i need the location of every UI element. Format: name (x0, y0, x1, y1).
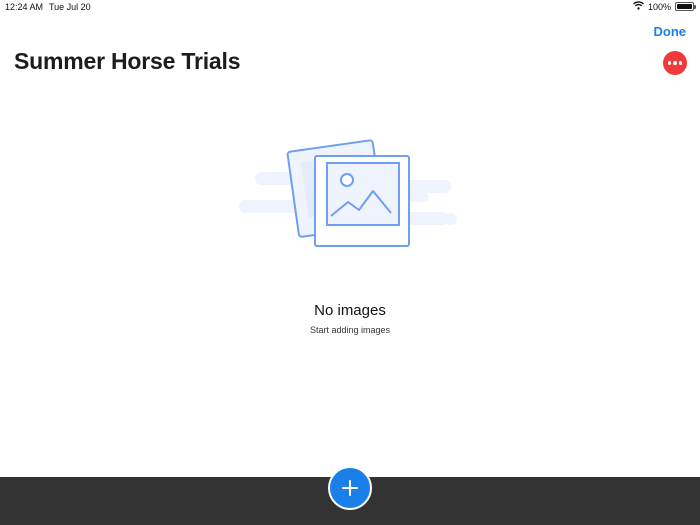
status-date: Tue Jul 20 (49, 2, 91, 12)
empty-state-title: No images (314, 302, 386, 319)
ellipsis-dot (678, 61, 683, 65)
battery-percent: 100% (647, 1, 671, 12)
empty-state-subtitle: Start adding images (309, 325, 391, 335)
screen: 12:24 AM Tue Jul 20 100% Done Summer Hor… (0, 0, 700, 525)
page-title: Summer Horse Trials (14, 48, 241, 74)
status-bar: 12:24 AM Tue Jul 20 100% (0, 0, 700, 14)
more-options-button[interactable] (663, 51, 687, 75)
plus-icon (342, 480, 358, 496)
ellipsis-icon (667, 61, 672, 65)
done-button[interactable]: Done (654, 24, 687, 39)
add-image-button[interactable] (328, 466, 372, 510)
status-time: 12:24 AM (5, 2, 44, 12)
wifi-icon (632, 1, 644, 12)
status-indicators: 100% (632, 1, 696, 12)
battery-icon (675, 2, 696, 11)
ellipsis-dot (673, 61, 677, 65)
photos-placeholder-icon (235, 128, 465, 258)
